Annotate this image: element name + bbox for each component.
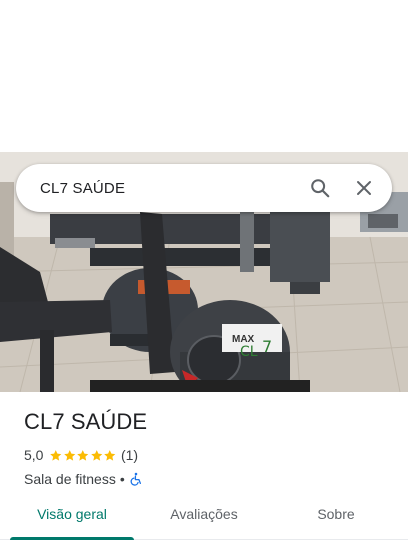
place-info: CL7 SAÚDE 5,0 (1) Sala de fitness • xyxy=(24,408,392,488)
star-icon xyxy=(77,449,89,461)
close-icon xyxy=(357,181,371,195)
svg-text:CL: CL xyxy=(240,344,258,360)
separator-dot: • xyxy=(119,471,125,487)
rating-value: 5,0 xyxy=(24,447,44,463)
svg-text:7: 7 xyxy=(262,337,272,356)
tab-label: Sobre xyxy=(317,506,355,522)
review-count: (1) xyxy=(120,447,139,463)
active-tab-indicator xyxy=(10,537,134,540)
category-row: Sala de fitness • xyxy=(24,470,392,488)
star-icon xyxy=(91,449,103,461)
search-bar[interactable]: CL7 SAÚDE xyxy=(16,164,392,212)
search-icon xyxy=(311,179,330,198)
tab-label: Avaliações xyxy=(170,506,238,522)
search-input[interactable]: CL7 SAÚDE xyxy=(16,180,298,197)
search-button[interactable] xyxy=(298,166,342,210)
star-icon xyxy=(50,449,62,461)
tab-overview[interactable]: Visão geral xyxy=(0,496,144,540)
wheelchair-icon xyxy=(130,472,141,486)
tab-about[interactable]: Sobre xyxy=(264,496,408,540)
rating-row[interactable]: 5,0 (1) xyxy=(24,446,392,464)
tab-label: Visão geral xyxy=(37,506,107,522)
place-category: Sala de fitness xyxy=(24,471,116,487)
close-button[interactable] xyxy=(342,166,386,210)
place-title: CL7 SAÚDE xyxy=(24,409,148,434)
place-tabs: Visão geral Avaliações Sobre xyxy=(0,496,408,540)
tab-reviews[interactable]: Avaliações xyxy=(144,496,264,540)
rating-stars xyxy=(49,449,117,462)
star-icon xyxy=(64,449,76,461)
star-icon xyxy=(104,449,116,461)
